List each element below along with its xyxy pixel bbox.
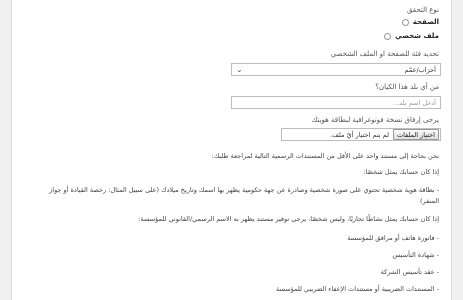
category-selected-value: أحزاب/عمّم <box>404 65 437 74</box>
business-doc-item: - عقد تأسيس الشركة <box>380 268 439 276</box>
country-label: من أي بلد هذا الكيان؟ <box>375 83 439 91</box>
radio-option-page[interactable]: الصفحة <box>401 18 439 26</box>
country-placeholder: أدخل اسم بلد... <box>393 98 436 107</box>
radio-option-profile[interactable]: ملف شخصي <box>384 32 439 40</box>
id-document-line-1: - بطاقة هوية شخصية تحتوي على صورة شخصية … <box>49 186 439 194</box>
radio-option-profile-label: ملف شخصي <box>395 32 439 40</box>
category-select[interactable]: أحزاب/عمّم ⌄ <box>231 63 441 76</box>
business-heading: إذا كان حسابك يمثل نشاطًا تجاريًا، وليس … <box>138 215 439 223</box>
country-input[interactable]: أدخل اسم بلد... <box>231 96 441 109</box>
person-heading: إذا كان حسابك يمثل شخصًا: <box>363 168 439 176</box>
radio-option-page-label: الصفحة <box>412 18 439 26</box>
id-document-line-2: السفر) <box>420 197 439 205</box>
radio-button[interactable] <box>401 18 409 26</box>
instructions-intro: نحن بحاجة إلى مستند واحد على الأقل من ال… <box>211 152 439 160</box>
verification-type-label: نوع التحقق <box>406 6 439 14</box>
verification-form: نوع التحقق الصفحة ملف شخصي تحديد فئة للص… <box>11 0 452 300</box>
business-doc-item: - المستندات الضريبية أو مستندات الإعفاء … <box>275 285 439 293</box>
chevron-down-icon: ⌄ <box>236 65 243 74</box>
radio-button[interactable] <box>384 32 392 40</box>
category-label: تحديد فئة للصفحة او الملف الشخصي <box>330 50 439 58</box>
attach-label: يرجى إرفاق نسخة فوتوغرافية لبطاقة هويتك <box>311 116 440 124</box>
business-doc-item: - شهادة التأسيس <box>392 251 439 259</box>
choose-files-button[interactable]: اختيار الملفات <box>392 129 439 140</box>
file-status-text: لم يتم اختيار أيّ ملف. <box>330 130 389 139</box>
file-input[interactable]: اختيار الملفات لم يتم اختيار أيّ ملف. <box>281 128 441 141</box>
business-doc-item: - فاتورة هاتف أو مرافق للمؤسسة <box>347 234 439 242</box>
